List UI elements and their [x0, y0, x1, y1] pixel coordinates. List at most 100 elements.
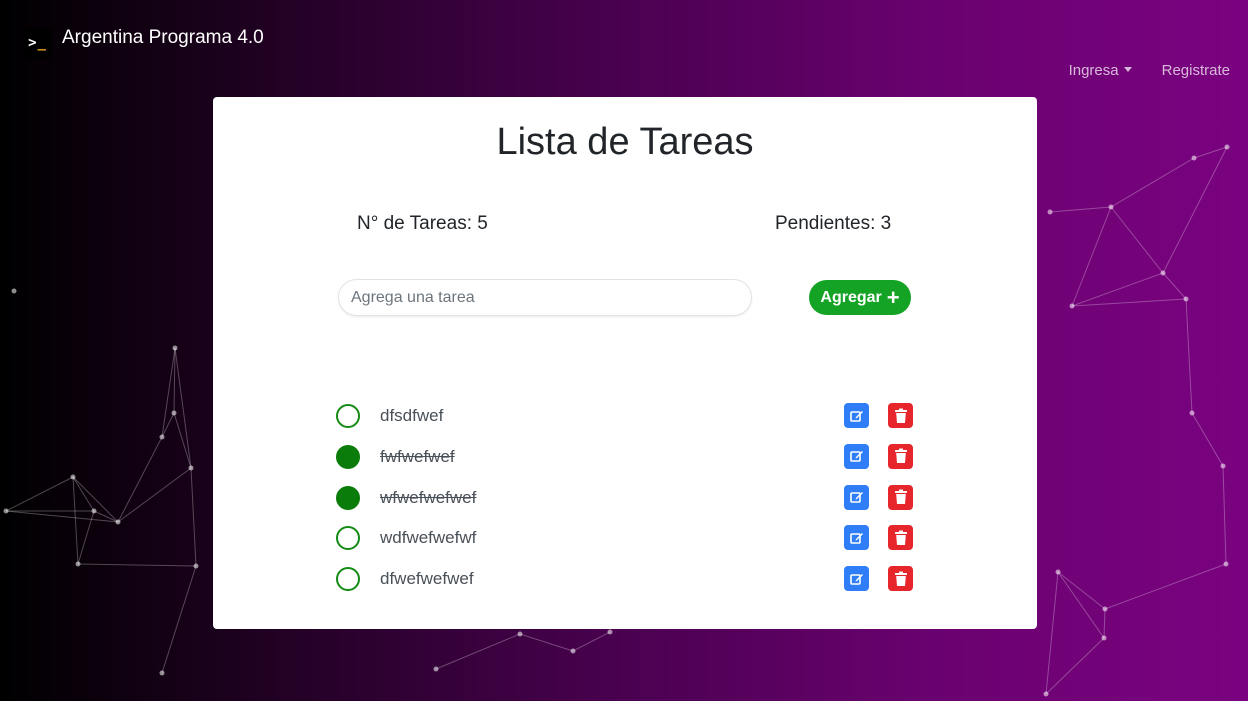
circle-check-icon[interactable] — [336, 485, 360, 510]
network-line — [1191, 412, 1224, 467]
edit-icon — [849, 449, 864, 463]
network-node — [115, 519, 121, 525]
edit-icon — [849, 572, 864, 586]
task-text: wdfwefwefwf — [380, 528, 477, 548]
network-line — [1110, 206, 1164, 274]
network-line — [72, 476, 119, 523]
network-node — [433, 666, 439, 672]
network-line — [5, 476, 74, 512]
delete-task-button[interactable] — [888, 484, 913, 510]
task-text: fwfwefwef — [380, 446, 455, 466]
delete-task-button[interactable] — [888, 443, 913, 469]
edit-icon — [849, 531, 864, 545]
edit-task-button[interactable] — [844, 484, 869, 510]
task-count: N° de Tareas: 5 — [357, 213, 488, 234]
trash-icon — [894, 448, 908, 464]
network-line — [173, 412, 192, 469]
task-text: wfwefwefwef — [380, 487, 477, 507]
network-line — [173, 347, 176, 414]
network-node — [188, 465, 194, 471]
circle-check-icon[interactable] — [336, 444, 360, 469]
task-input[interactable] — [338, 279, 752, 316]
task-list: dfsdfwef fwfwefwef wfwefwefwef wdfwefwefwf d… — [336, 396, 916, 600]
add-button-label: Agregar — [820, 288, 882, 306]
add-task-button[interactable]: Agregar + — [809, 280, 911, 315]
network-line — [1057, 571, 1106, 610]
network-line — [519, 633, 574, 652]
delete-task-button[interactable] — [888, 525, 913, 551]
edit-task-button[interactable] — [844, 403, 869, 428]
trash-icon — [894, 408, 908, 424]
network-node — [1102, 606, 1108, 612]
login-dropdown[interactable]: Ingresa — [1069, 62, 1132, 79]
network-line — [174, 347, 192, 469]
network-node — [159, 670, 165, 676]
network-node — [75, 561, 81, 567]
task-card: Lista de Tareas N° de Tareas: 5 Pendient… — [213, 97, 1037, 629]
network-node — [1224, 144, 1230, 150]
network-node — [607, 629, 613, 635]
network-line — [1045, 571, 1059, 695]
navbar: > _ Argentina Programa 4.0 Ingresa Regist… — [0, 0, 1248, 90]
network-line — [1103, 608, 1106, 639]
edit-task-button[interactable] — [844, 443, 869, 469]
circle-check-icon[interactable] — [336, 567, 360, 591]
network-node — [171, 410, 177, 416]
network-line — [1104, 563, 1227, 610]
task-text: dfsdfwef — [380, 406, 444, 425]
network-node — [1047, 209, 1053, 215]
network-node — [1069, 303, 1075, 309]
trash-icon — [894, 530, 908, 546]
task-item: dfsdfwef — [336, 396, 916, 437]
edit-icon — [849, 409, 864, 423]
delete-task-button[interactable] — [888, 566, 913, 591]
delete-task-button[interactable] — [888, 403, 913, 428]
circle-check-icon[interactable] — [336, 526, 360, 551]
brand-name: Argentina Programa 4.0 — [62, 27, 264, 48]
network-line — [1222, 465, 1227, 565]
task-item: wfwefwefwef — [336, 478, 916, 519]
login-label: Ingresa — [1068, 62, 1119, 79]
plus-icon: + — [886, 284, 900, 310]
circle-check-icon[interactable] — [336, 404, 360, 428]
network-line — [1049, 206, 1112, 213]
network-line — [72, 476, 95, 512]
network-node — [1189, 410, 1195, 416]
network-line — [77, 563, 197, 567]
register-link[interactable]: Registrate — [1162, 62, 1230, 79]
network-node — [1108, 204, 1114, 210]
edit-task-button[interactable] — [844, 566, 869, 591]
task-text: dfwefwefwef — [380, 569, 474, 588]
network-node — [1043, 691, 1049, 697]
network-line — [161, 565, 197, 674]
trash-icon — [894, 489, 908, 505]
network-line — [190, 467, 197, 567]
network-line — [572, 631, 611, 652]
network-line — [72, 476, 79, 565]
network-node — [1055, 569, 1061, 575]
network-node — [1220, 463, 1226, 469]
network-node — [1223, 561, 1229, 567]
page-title: Lista de Tareas — [496, 121, 754, 163]
edit-icon — [849, 490, 864, 504]
network-line — [1045, 637, 1105, 695]
nav-menu: Ingresa Registrate — [1069, 62, 1230, 79]
network-line — [1057, 571, 1105, 639]
network-node — [11, 288, 17, 294]
network-line — [435, 633, 521, 670]
network-node — [193, 563, 199, 569]
brand[interactable]: > _ Argentina Programa 4.0 — [22, 27, 264, 58]
network-line — [117, 467, 192, 523]
trash-icon — [894, 571, 908, 587]
network-node — [3, 508, 9, 514]
network-node — [570, 648, 576, 654]
network-line — [1110, 157, 1195, 208]
edit-task-button[interactable] — [844, 525, 869, 551]
network-node — [517, 631, 523, 637]
network-node — [172, 345, 178, 351]
network-node — [91, 508, 97, 514]
task-item: fwfwefwef — [336, 437, 916, 478]
network-node — [1183, 296, 1189, 302]
network-node — [1101, 635, 1107, 641]
network-node — [159, 434, 165, 440]
